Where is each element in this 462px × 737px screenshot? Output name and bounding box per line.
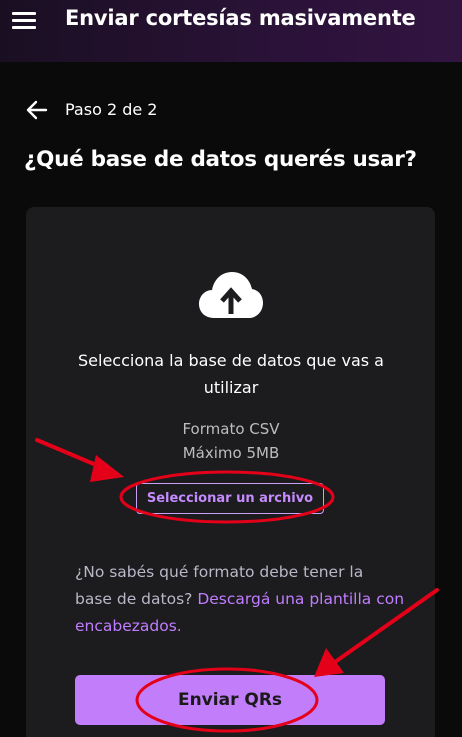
size-line: Máximo 5MB — [182, 444, 280, 462]
cloud-upload-icon — [199, 272, 263, 318]
app-root: Enviar cortesías masivamente Paso 2 de 2… — [0, 0, 462, 737]
question-heading: ¿Qué base de datos querés usar? — [24, 147, 417, 172]
upload-instruction: Selecciona la base de datos que vas a ut… — [78, 351, 384, 397]
page-title: Enviar cortesías masivamente — [65, 6, 416, 30]
arrow-left-icon[interactable] — [25, 98, 49, 122]
send-qrs-button[interactable]: Enviar QRs — [75, 675, 385, 725]
hamburger-menu-icon[interactable] — [12, 10, 38, 30]
format-line: Formato CSV — [182, 420, 280, 438]
file-requirements: Formato CSV Máximo 5MB — [60, 417, 402, 465]
top-app-bar: Enviar cortesías masivamente — [0, 0, 462, 62]
step-label: Paso 2 de 2 — [65, 100, 158, 119]
template-help-text: ¿No sabés qué formato debe tener la base… — [75, 559, 405, 640]
select-file-button[interactable]: Seleccionar un archivo — [136, 483, 324, 514]
